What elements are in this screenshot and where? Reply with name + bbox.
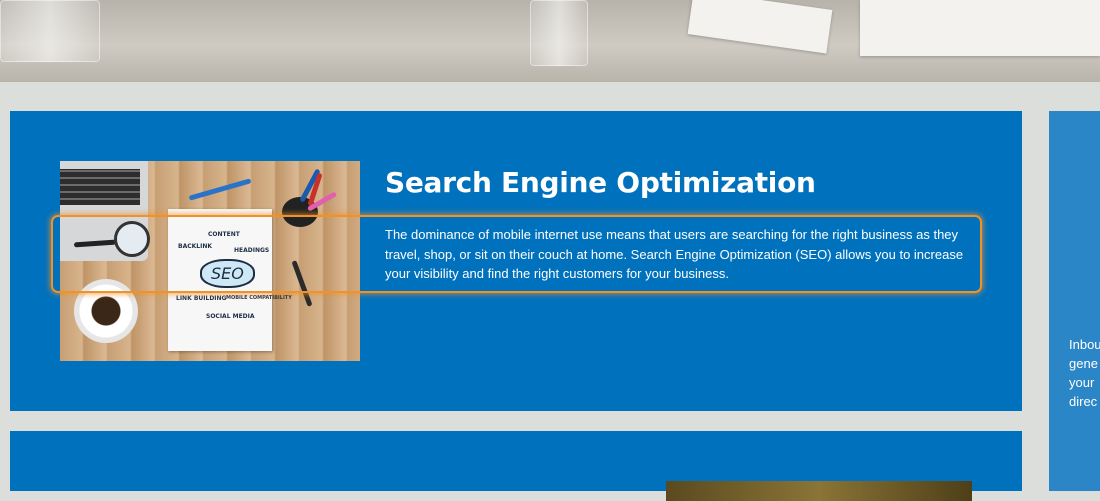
hero-banner-image [0,0,1100,82]
label-mobile-compatibility: MOBILE COMPATIBILITY [226,295,292,301]
side-service-card: Inbou gene your direc [1049,111,1100,491]
next-service-image [666,481,972,501]
seo-illustration-image: CONTENT BACKLINK HEADINGS LINK BUILDING … [60,161,360,361]
coffee-cup-icon [74,279,138,343]
water-glass-center [530,0,588,66]
label-social-media: SOCIAL MEDIA [206,313,255,320]
water-glass-left [0,0,100,62]
next-service-card [10,431,1022,501]
label-backlink: BACKLINK [178,243,212,250]
side-card-line-1: Inbou [1069,337,1100,352]
label-link-building: LINK BUILDING [176,295,227,302]
side-card-text: Inbou gene your direc [1069,335,1100,411]
side-card-line-2: gene [1069,356,1098,371]
service-title: Search Engine Optimization [385,166,816,199]
document-paper [687,0,833,54]
chart-paper [860,0,1100,56]
label-headings: HEADINGS [234,247,270,254]
seo-cloud-label: SEO [200,259,255,288]
label-content: CONTENT [208,231,240,238]
side-card-line-4: direc [1069,394,1098,409]
side-card-line-3: your [1069,375,1095,390]
magnifier-icon [114,221,150,257]
seo-service-card: CONTENT BACKLINK HEADINGS LINK BUILDING … [10,111,1022,411]
service-description: The dominance of mobile internet use mea… [385,227,964,281]
